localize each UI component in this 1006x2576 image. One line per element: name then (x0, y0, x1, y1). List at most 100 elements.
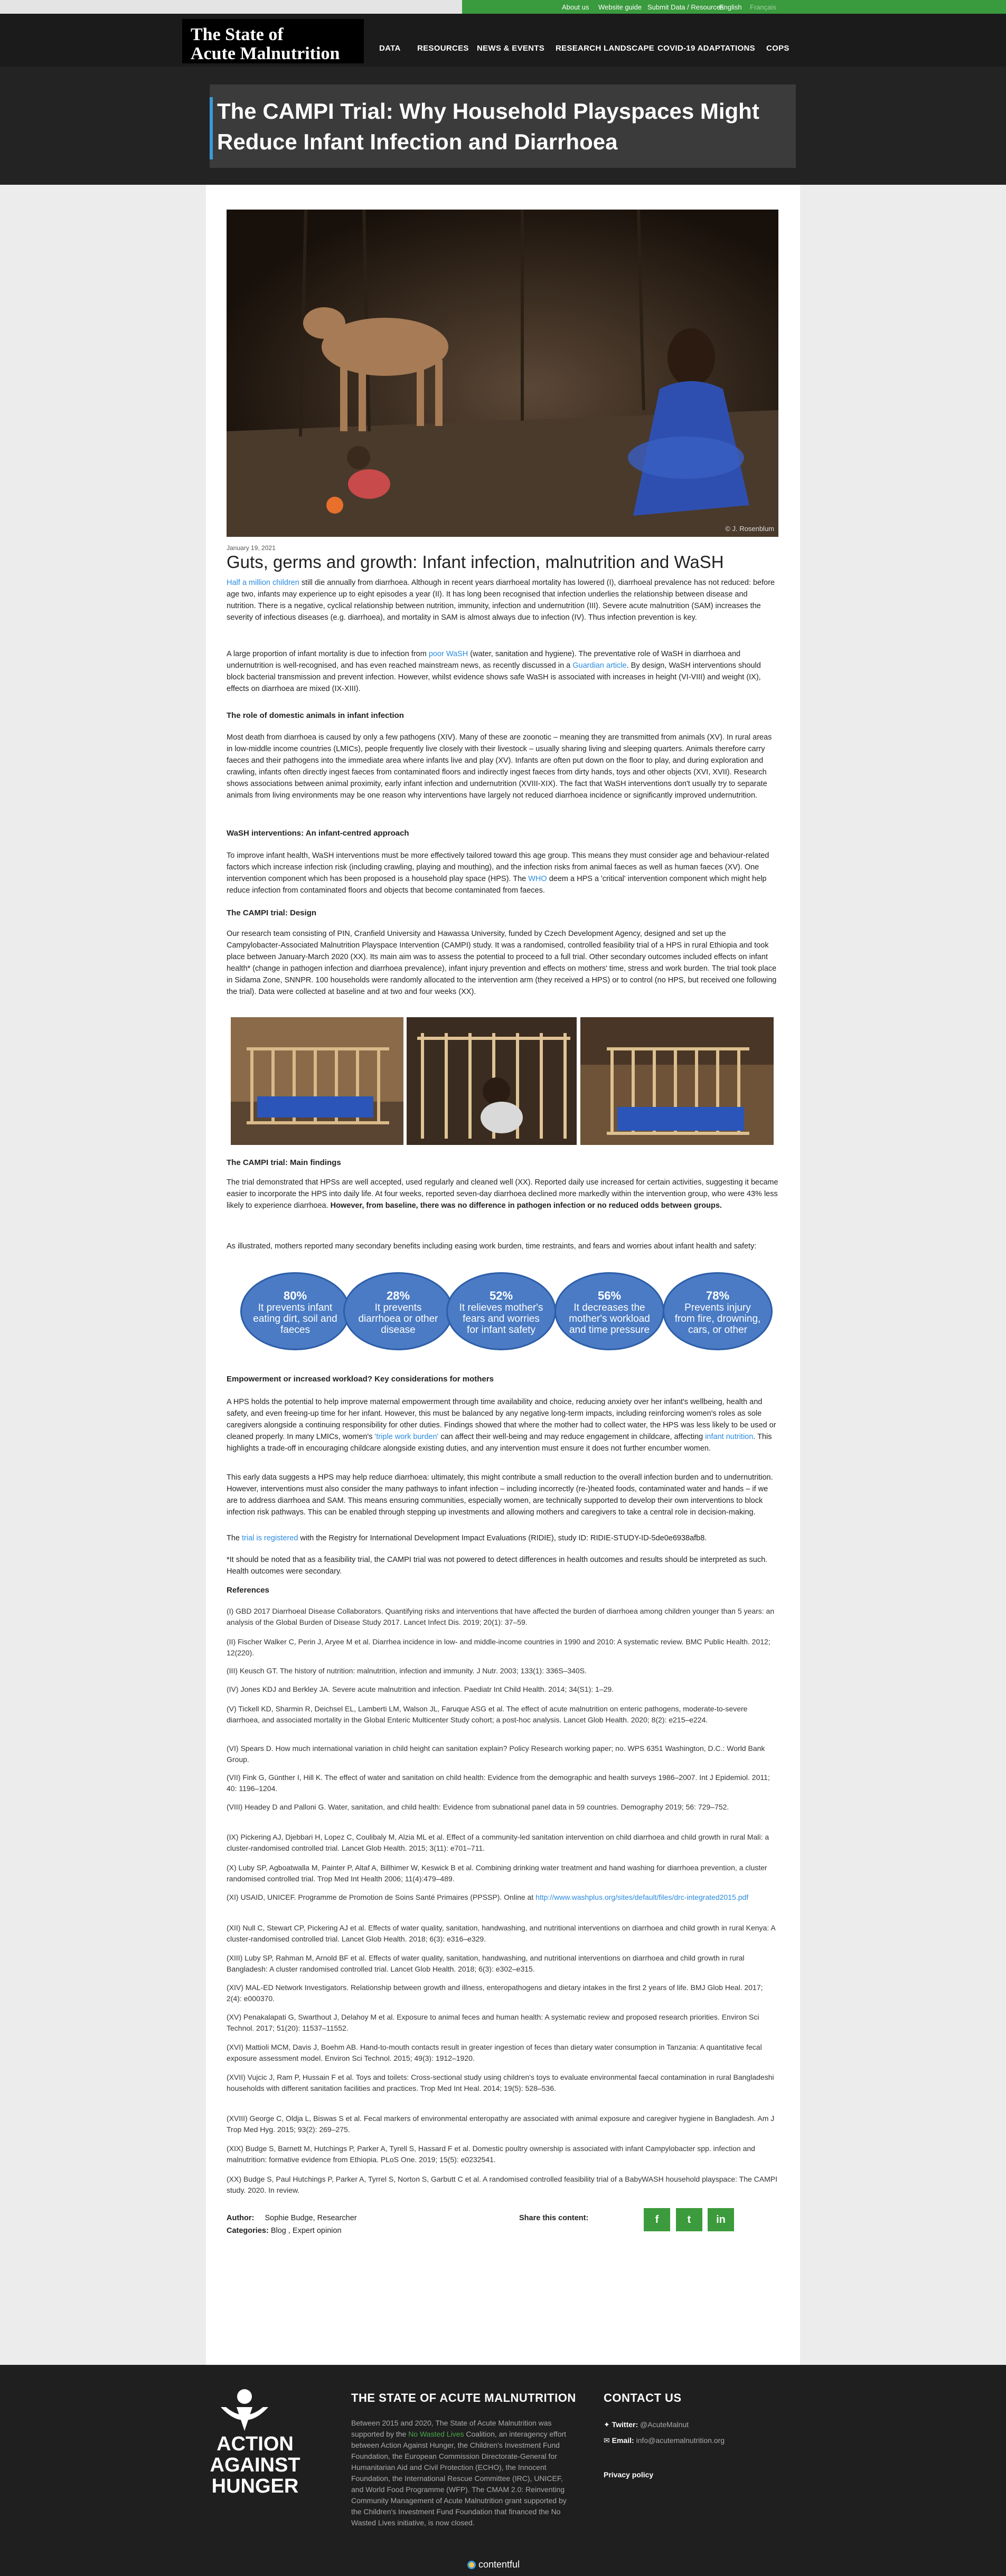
benefit-bubble: 28% It prevents diarrhoea or other diseas… (343, 1272, 453, 1350)
site-title-line1: The State of (191, 25, 284, 44)
paragraph-4: To improve infant health, WaSH intervent… (227, 851, 769, 895)
who-link[interactable]: WHO (528, 875, 547, 883)
nav-news-events[interactable]: NEWS & EVENTS (477, 44, 544, 53)
categories-line: Categories: Blog , Expert opinion (227, 2227, 342, 2235)
findings-emphasis: However, from baseline, there was no dif… (330, 1201, 722, 1210)
half-million-link[interactable]: Half a million children (227, 579, 299, 587)
utility-bar: About us Website guide Submit Data / Res… (0, 0, 1006, 14)
linkedin-share-button[interactable]: in (708, 2208, 734, 2231)
page-title: The CAMPI Trial: Why Household Playspace… (217, 99, 759, 154)
section-heading-design: The CAMPI trial: Design (227, 908, 317, 917)
nav-resources[interactable]: RESOURCES (417, 44, 469, 53)
paragraph-11: *It should be noted that as a feasibilit… (227, 1556, 768, 1576)
paragraph-7: As illustrated, mothers reported many se… (227, 1242, 757, 1251)
photo-credit: © J. Rosenblum (725, 525, 774, 533)
triple-work-burden-link[interactable]: 'triple work burden' (375, 1433, 439, 1441)
nav-data[interactable]: DATA (379, 44, 401, 53)
hut-interior-illustration (227, 210, 778, 537)
section-heading-wash: WaSH interventions: An infant-centred ap… (227, 829, 409, 838)
playspace-image-2 (407, 1017, 577, 1145)
reference-item: (II) Fischer Walker C, Perin J, Aryee M … (227, 1637, 770, 1657)
contentful-icon (467, 2561, 476, 2570)
reference-item: (XVII) Vujcic J, Ram P, Hussain F et al.… (227, 2073, 774, 2092)
playspace-image-1 (231, 1017, 403, 1145)
hero-accent-bar (210, 97, 213, 159)
footer-email[interactable]: ✉ Email: info@acutemalnutrition.org (604, 2436, 725, 2445)
language-french[interactable]: Français (750, 3, 776, 11)
categories-value[interactable]: Blog , Expert opinion (271, 2227, 342, 2235)
hero-band: The CAMPI Trial: Why Household Playspace… (0, 67, 1006, 185)
paragraph-9: This early data suggests a HPS may help … (227, 1473, 773, 1517)
privacy-policy-link[interactable]: Privacy policy (604, 2470, 653, 2479)
nav-covid-adaptations[interactable]: COVID-19 ADAPTATIONS (657, 44, 755, 53)
reference-item: (IX) Pickering AJ, Djebbari H, Lopez C, … (227, 1833, 769, 1852)
paragraph-5: Our research team consisting of PIN, Cra… (227, 930, 777, 996)
footer-about-text: Between 2015 and 2020, The State of Acut… (351, 2419, 567, 2527)
reference-item: (V) Tickell KD, Sharmin R, Deichsel EL, … (227, 1704, 748, 1724)
playspace-photo-1 (231, 1017, 403, 1145)
paragraph-2: A large proportion of infant mortality i… (227, 650, 761, 693)
reference-item: (IV) Jones KDJ and Berkley JA. Severe ac… (227, 1685, 614, 1693)
references-heading: References (227, 1586, 269, 1595)
reference-item: (III) Keusch GT. The history of nutritio… (227, 1666, 587, 1675)
article-headline: Guts, germs and growth: Infant infection… (227, 552, 724, 572)
website-guide-link[interactable]: Website guide (598, 3, 642, 11)
reference-item: (XV) Penakalapati G, Swarthout J, Delaho… (227, 2013, 759, 2032)
twitter-share-button[interactable]: t (676, 2208, 702, 2231)
nav-research-landscape[interactable]: RESEARCH LANDSCAPE (556, 44, 654, 53)
section-heading-findings: The CAMPI trial: Main findings (227, 1158, 341, 1167)
paragraph-3: Most death from diarrhoea is caused by o… (227, 733, 772, 800)
footer-contact-title: CONTACT US (604, 2391, 682, 2404)
poor-wash-link[interactable]: poor WaSH (429, 650, 468, 658)
footer-twitter[interactable]: ✦ Twitter: @AcuteMalnut (604, 2420, 689, 2429)
paragraph-6: The trial demonstrated that HPSs are wel… (227, 1178, 778, 1210)
washplus-link[interactable]: http://www.washplus.org/sites/default/fi… (535, 1893, 748, 1901)
submit-data-link[interactable]: Submit Data / Resources (647, 3, 724, 11)
reference-item: (XVIII) George C, Oldja L, Biswas S et a… (227, 2114, 775, 2134)
aah-logo-icon (200, 2386, 289, 2433)
site-logo[interactable]: The State of Acute Malnutrition (182, 19, 364, 63)
author-name: Sophie Budge, Researcher (265, 2214, 357, 2222)
reference-item: (X) Luby SP, Agboatwalla M, Painter P, A… (227, 1863, 767, 1883)
reference-item: (I) GBD 2017 Diarrhoeal Disease Collabor… (227, 1607, 775, 1626)
powered-by-contentful[interactable]: contentful (467, 2559, 520, 2570)
playspace-image-3 (580, 1017, 774, 1145)
guardian-article-link[interactable]: Guardian article (572, 661, 626, 670)
paragraph-1: Half a million children still die annual… (227, 579, 775, 622)
playspace-photo-2 (407, 1017, 577, 1145)
section-heading-animals: The role of domestic animals in infant i… (227, 711, 404, 720)
about-us-link[interactable]: About us (562, 3, 589, 11)
nav-cops[interactable]: COPS (766, 44, 789, 53)
author-line: Author: Sophie Budge, Researcher (227, 2214, 357, 2222)
reference-item: (VII) Fink G, Günther I, Hill K. The eff… (227, 1773, 770, 1793)
reference-item: (XIV) MAL-ED Network Investigators. Rela… (227, 1983, 763, 2003)
infant-nutrition-link[interactable]: infant nutrition (705, 1433, 753, 1441)
playspace-photo-3 (580, 1017, 774, 1145)
benefit-bubble: 78% Prevents injury from fire, drowning, … (663, 1272, 773, 1350)
reference-item: (XIII) Luby SP, Rahman M, Arnold BF et a… (227, 1954, 745, 1973)
section-heading-empowerment: Empowerment or increased workload? Key c… (227, 1375, 494, 1384)
benefit-bubble: 52% It relieves mother's fears and worrie… (446, 1272, 556, 1350)
site-footer: ACTION AGAINST HUNGER THE STATE OF ACUTE… (0, 2365, 1006, 2576)
benefit-bubble: 80% It prevents infant eating dirt, soil … (240, 1272, 350, 1350)
reference-item: (VIII) Headey D and Palloni G. Water, sa… (227, 1803, 729, 1811)
no-wasted-lives-link[interactable]: No Wasted Lives (408, 2430, 464, 2438)
reference-item: (XI) USAID, UNICEF. Programme de Promoti… (227, 1893, 749, 1901)
hero-title-box: The CAMPI Trial: Why Household Playspace… (210, 84, 796, 168)
reference-item: (XX) Budge S, Paul Hutchings P, Parker A… (227, 2175, 777, 2194)
site-title-line2: Acute Malnutrition (191, 43, 340, 63)
paragraph-8: A HPS holds the potential to help improv… (227, 1398, 776, 1453)
trial-registered-link[interactable]: trial is registered (242, 1534, 298, 1542)
reference-item: (XIX) Budge S, Barnett M, Hutchings P, P… (227, 2144, 755, 2164)
article-hero-photo: © J. Rosenblum (227, 210, 778, 537)
language-english[interactable]: English (719, 3, 742, 11)
footer-about-title: THE STATE OF ACUTE MALNUTRITION (351, 2391, 576, 2404)
site-header: The State of Acute Malnutrition DATA RES… (0, 14, 1006, 67)
benefit-bubble: 56% It decreases the mother's workload an… (554, 1272, 664, 1350)
reference-item: (VI) Spears D. How much international va… (227, 1744, 765, 1764)
facebook-share-button[interactable]: f (644, 2208, 670, 2231)
reference-item: (XVI) Mattioli MCM, Davis J, Boehm AB. H… (227, 2043, 762, 2062)
paragraph-10: The trial is registered with the Registr… (227, 1534, 707, 1542)
reference-item: (XII) Null C, Stewart CP, Pickering AJ e… (227, 1924, 775, 1943)
aah-logo-text: ACTION AGAINST HUNGER (210, 2433, 300, 2497)
